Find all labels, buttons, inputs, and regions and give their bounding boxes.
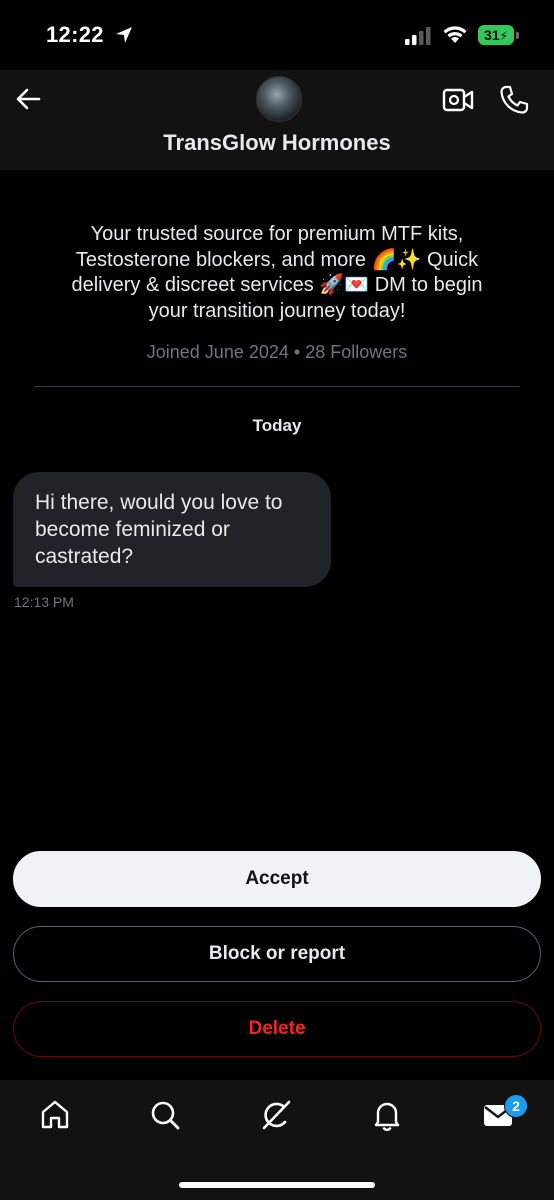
conversation-header: TransGlow Hormones	[0, 70, 554, 170]
contact-name[interactable]: TransGlow Hormones	[0, 130, 554, 156]
message-timestamp: 12:13 PM	[14, 594, 74, 610]
bio-line: your transition journey today!	[148, 299, 406, 322]
home-indicator[interactable]	[179, 1182, 375, 1188]
bio-line: Testosterone blockers, and more 🌈✨ Quick	[75, 248, 479, 271]
message-text-line: Hi there, would you love to	[35, 491, 283, 514]
grok-icon[interactable]	[259, 1098, 293, 1132]
back-arrow-icon[interactable]	[14, 84, 44, 114]
divider	[34, 386, 520, 387]
battery-nub	[516, 32, 519, 39]
delete-button[interactable]: Delete	[13, 1001, 541, 1057]
battery-level: 31	[483, 27, 500, 43]
wifi-icon	[443, 26, 467, 43]
bio-line: delivery & discreet services 🚀💌 DM to be…	[71, 274, 483, 296]
status-time: 12:22	[46, 22, 104, 47]
joined-followers-info: Joined June 2024 • 28 Followers	[146, 342, 408, 362]
profile-bio: Your trusted source for premium MTF kits…	[44, 222, 510, 324]
notifications-icon[interactable]	[370, 1098, 404, 1132]
block-or-report-button[interactable]: Block or report	[13, 926, 541, 982]
message-bubble[interactable]: Hi there, would you love to become femin…	[13, 472, 331, 587]
search-icon[interactable]	[148, 1098, 182, 1132]
accept-button[interactable]: Accept	[13, 851, 541, 907]
battery-indicator: 31⚡	[478, 25, 514, 45]
home-icon[interactable]	[38, 1098, 72, 1132]
phone-call-icon[interactable]	[498, 84, 530, 116]
cellular-signal-icon	[405, 27, 431, 45]
message-text-line: become feminized or	[35, 518, 230, 541]
location-arrow-icon	[116, 27, 132, 43]
charging-bolt-icon: ⚡	[499, 29, 508, 43]
bio-line: Your trusted source for premium MTF kits…	[90, 223, 464, 245]
avatar[interactable]	[256, 76, 302, 122]
status-bar: 12:22 31⚡	[0, 0, 554, 70]
date-separator: Today	[252, 416, 302, 435]
video-call-icon[interactable]	[442, 86, 474, 114]
message-text-line: castrated?	[35, 545, 134, 568]
messages-badge: 2	[504, 1094, 528, 1118]
